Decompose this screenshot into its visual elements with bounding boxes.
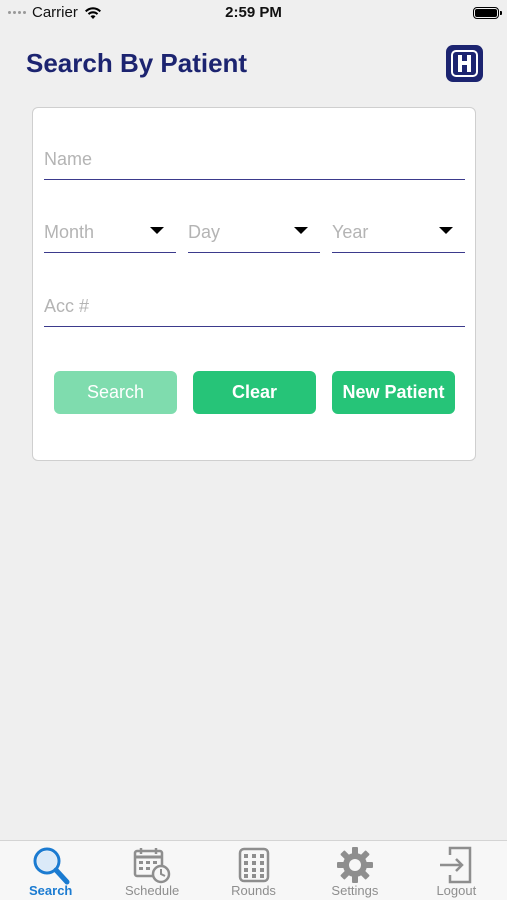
acc-placeholder: Acc # (44, 296, 90, 316)
gear-icon (336, 847, 373, 883)
search-icon (33, 847, 70, 885)
clear-button[interactable]: Clear (193, 371, 316, 414)
month-placeholder: Month (44, 222, 95, 242)
tab-rounds[interactable]: Rounds (203, 841, 304, 900)
calendar-clock-icon (133, 848, 171, 884)
tab-schedule[interactable]: Schedule (101, 841, 202, 900)
hospital-logo-icon (446, 45, 483, 82)
acc-number-field[interactable]: Acc # (44, 282, 465, 327)
rounds-grid-icon (238, 847, 269, 883)
new-patient-button[interactable]: New Patient (332, 371, 455, 414)
tab-logout[interactable]: Logout (406, 841, 507, 900)
tab-schedule-label: Schedule (125, 883, 180, 898)
dropdown-caret-icon (150, 227, 164, 234)
year-dropdown[interactable]: Year (332, 208, 465, 253)
day-dropdown[interactable]: Day (188, 208, 320, 253)
logout-icon (440, 846, 472, 884)
clock: 2:59 PM (225, 4, 282, 21)
month-dropdown[interactable]: Month (44, 208, 176, 253)
tab-rounds-label: Rounds (231, 883, 276, 898)
battery-icon (473, 7, 502, 19)
day-placeholder: Day (188, 222, 221, 242)
name-placeholder: Name (44, 149, 93, 169)
name-field[interactable]: Name (44, 135, 465, 180)
tab-settings-label: Settings (331, 883, 379, 898)
tab-search-label: Search (29, 883, 73, 898)
dropdown-caret-icon (439, 227, 453, 234)
year-placeholder: Year (332, 222, 369, 242)
status-bar: Carrier 2:59 PM (0, 0, 507, 28)
tab-search[interactable]: Search (0, 841, 101, 900)
dropdown-caret-icon (294, 227, 308, 234)
page-title: Search By Patient (26, 48, 248, 78)
tab-logout-label: Logout (436, 883, 477, 898)
search-button[interactable]: Search (54, 371, 177, 414)
tab-settings[interactable]: Settings (304, 841, 405, 900)
tab-bar: Search Schedule Rounds Settings Logout (0, 840, 507, 900)
search-form-card: Name Month Day Year Acc # Search Clear N… (32, 107, 476, 461)
